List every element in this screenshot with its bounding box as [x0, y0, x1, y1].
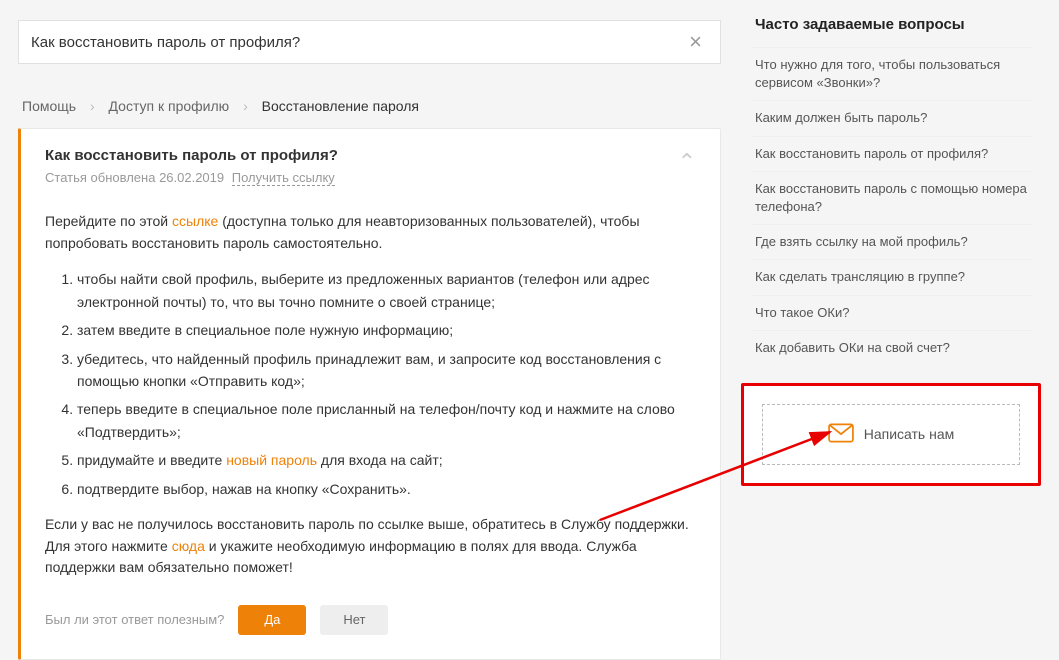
feedback-no-button[interactable]: Нет [320, 605, 388, 635]
feedback-bar: Был ли этот ответ полезным? Да Нет [45, 605, 696, 635]
faq-list: Что нужно для того, чтобы пользоваться с… [751, 47, 1031, 365]
chevron-right-icon: › [243, 98, 248, 114]
faq-item[interactable]: Как восстановить пароль с помощью номера… [751, 171, 1031, 224]
mail-icon [828, 423, 854, 446]
search-box[interactable]: × [18, 20, 721, 64]
steps-list: чтобы найти свой профиль, выберите из пр… [45, 268, 696, 500]
list-item: подтвердите выбор, нажав на кнопку «Сохр… [77, 478, 696, 500]
article-title: Как восстановить пароль от профиля? [45, 147, 656, 164]
contact-label: Написать нам [864, 426, 955, 442]
faq-item[interactable]: Как сделать трансляцию в группе? [751, 259, 1031, 294]
breadcrumb-item[interactable]: Доступ к профилю [109, 98, 230, 114]
recovery-link[interactable]: ссылке [172, 213, 218, 229]
list-item: придумайте и введите новый пароль для вх… [77, 449, 696, 471]
feedback-yes-button[interactable]: Да [238, 605, 306, 635]
breadcrumb: Помощь › Доступ к профилю › Восстановлен… [18, 84, 721, 128]
list-item: чтобы найти свой профиль, выберите из пр… [77, 268, 696, 313]
support-link[interactable]: сюда [172, 538, 205, 554]
faq-item[interactable]: Как добавить ОКи на свой счет? [751, 330, 1031, 365]
faq-item[interactable]: Что такое ОКи? [751, 295, 1031, 330]
faq-item[interactable]: Как восстановить пароль от профиля? [751, 136, 1031, 171]
article-card: Как восстановить пароль от профиля? Стат… [18, 128, 721, 660]
new-password-link[interactable]: новый пароль [226, 452, 317, 468]
contact-us-button[interactable]: Написать нам [762, 404, 1020, 465]
chevron-right-icon: › [90, 98, 95, 114]
list-item: теперь введите в специальное поле присла… [77, 398, 696, 443]
article-meta: Статья обновлена 26.02.2019 Получить ссы… [45, 170, 656, 185]
faq-item[interactable]: Каким должен быть пароль? [751, 100, 1031, 135]
faq-title: Часто задаваемые вопросы [751, 16, 1031, 33]
article-body: Перейдите по этой ссылке (доступна тольк… [45, 211, 696, 635]
breadcrumb-item[interactable]: Помощь [22, 98, 76, 114]
contact-highlight: Написать нам [741, 383, 1041, 486]
clear-icon[interactable]: × [683, 31, 708, 53]
list-item: убедитесь, что найденный профиль принадл… [77, 348, 696, 393]
list-item: затем введите в специальное поле нужную … [77, 319, 696, 341]
feedback-label: Был ли этот ответ полезным? [45, 610, 224, 630]
faq-block: Часто задаваемые вопросы Что нужно для т… [741, 0, 1041, 373]
chevron-up-icon[interactable]: ⌃ [678, 149, 696, 175]
faq-item[interactable]: Что нужно для того, чтобы пользоваться с… [751, 47, 1031, 100]
search-input[interactable] [31, 34, 683, 51]
breadcrumb-current: Восстановление пароля [262, 98, 419, 114]
get-link[interactable]: Получить ссылку [232, 170, 335, 186]
faq-item[interactable]: Где взять ссылку на мой профиль? [751, 224, 1031, 259]
